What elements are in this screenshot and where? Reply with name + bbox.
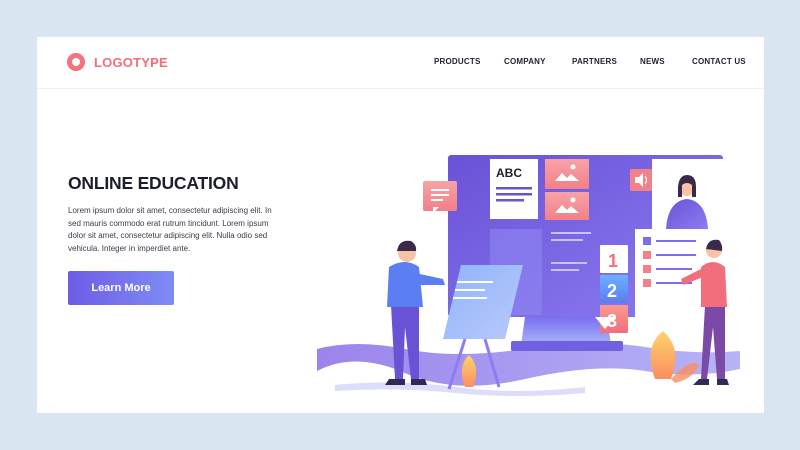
nav-company[interactable]: COMPANY xyxy=(504,57,546,66)
learn-more-button[interactable]: Learn More xyxy=(68,271,174,305)
hero-body-text: Lorem ipsum dolor sit amet, consectetur … xyxy=(68,206,272,253)
nav-partners[interactable]: PARTNERS xyxy=(572,57,617,66)
step-1-label: 1 xyxy=(608,251,618,271)
monitor-stand xyxy=(521,317,611,345)
abc-label: ABC xyxy=(496,166,522,180)
nav-products[interactable]: PRODUCTS xyxy=(434,57,481,66)
hero-title: ONLINE EDUCATION xyxy=(68,173,239,193)
nav-contact-us[interactable]: CONTACT US xyxy=(692,57,746,66)
logo[interactable]: LOGOTYPE xyxy=(67,53,168,71)
logo-circle-icon xyxy=(67,53,85,71)
logo-text: LOGOTYPE xyxy=(94,54,168,70)
image-card xyxy=(545,192,589,220)
plant-right xyxy=(650,331,676,379)
online-education-illustration: ABC 1 2 3 xyxy=(317,155,740,396)
site-header: LOGOTYPE PRODUCTS COMPANY PARTNERS NEWS … xyxy=(37,37,764,89)
step-2-label: 2 xyxy=(607,281,617,301)
landing-page-card: LOGOTYPE PRODUCTS COMPANY PARTNERS NEWS … xyxy=(37,37,764,413)
nav-news[interactable]: NEWS xyxy=(640,57,665,66)
image-card xyxy=(545,159,589,189)
